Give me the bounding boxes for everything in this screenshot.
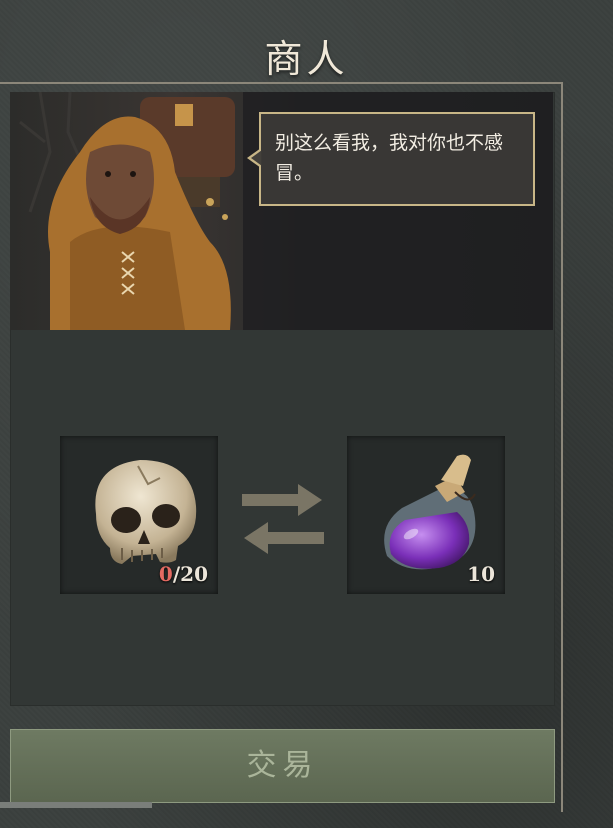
speech-text: 别这么看我，我对你也不感冒。 bbox=[275, 132, 504, 184]
bottom-scroll-indicator bbox=[0, 802, 152, 808]
exchange-arrows-icon bbox=[242, 484, 324, 554]
cost-counter: 0/20 bbox=[159, 562, 208, 586]
page-title: 商人 bbox=[264, 37, 349, 81]
merchant-speech-bubble: 别这么看我，我对你也不感冒。 bbox=[247, 112, 535, 206]
trade-button[interactable]: 交易 bbox=[10, 729, 555, 803]
owned-amount: 0 bbox=[158, 562, 173, 586]
trade-reward-slot[interactable]: 10 bbox=[347, 436, 505, 594]
reward-amount: 10 bbox=[467, 562, 495, 586]
trade-cost-slot[interactable]: 0/20 bbox=[60, 436, 218, 594]
required-amount: 20 bbox=[180, 562, 208, 586]
